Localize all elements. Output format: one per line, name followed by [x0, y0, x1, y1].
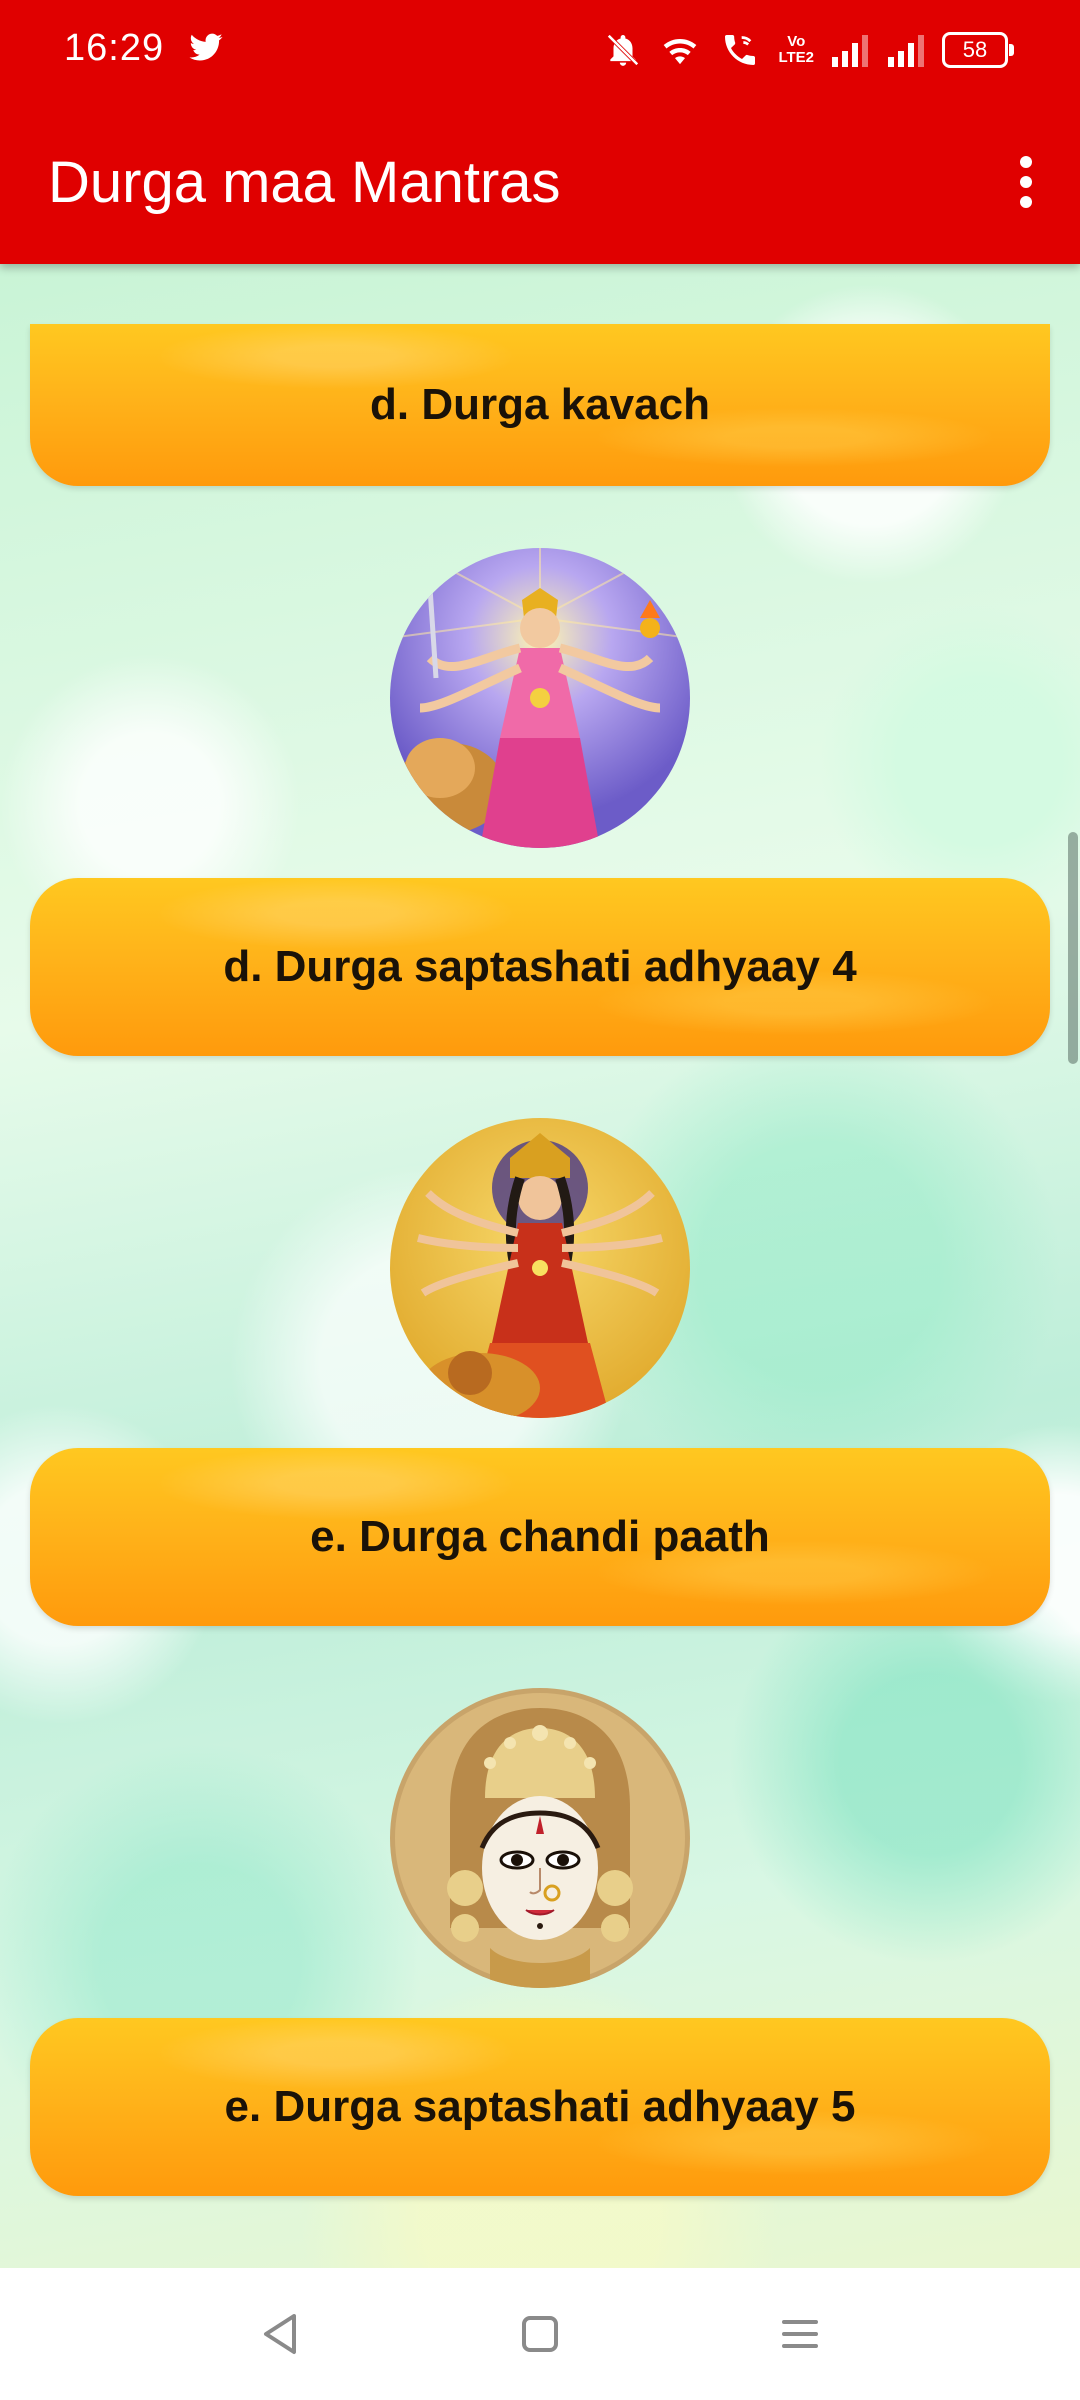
home-icon[interactable] — [495, 2289, 585, 2379]
mantra-button-saptashati-adhyaay-5[interactable]: e. Durga saptashati adhyaay 5 — [30, 2018, 1050, 2196]
twitter-icon — [186, 30, 226, 66]
signal-icon — [886, 30, 926, 70]
durga-maa-image — [390, 548, 690, 848]
back-icon[interactable] — [235, 2289, 325, 2379]
status-time: 16:29 — [64, 27, 165, 69]
wifi-icon — [658, 30, 702, 70]
status-icons: Vo LTE2 58 — [604, 26, 1014, 74]
volte-icon: Vo LTE2 — [778, 33, 814, 66]
more-vert-icon[interactable] — [1006, 150, 1046, 214]
durga-maa-image — [390, 1118, 690, 1418]
app-title: Durga maa Mantras — [48, 150, 561, 215]
mantra-button-chandi-paath[interactable]: e. Durga chandi paath — [30, 1448, 1050, 1626]
battery-level: 58 — [942, 32, 1014, 68]
signal-icon — [830, 30, 870, 70]
durga-maa-face-image — [390, 1688, 690, 1988]
system-navigation-bar — [0, 2268, 1080, 2400]
wifi-calling-icon — [718, 30, 762, 70]
mantra-button-durga-kavach[interactable]: d. Durga kavach — [30, 324, 1050, 486]
mantra-button-saptashati-adhyaay-4[interactable]: d. Durga saptashati adhyaay 4 — [30, 878, 1050, 1056]
mute-bell-icon — [604, 30, 642, 70]
battery-icon: 58 — [942, 30, 1014, 70]
scrollbar[interactable] — [1068, 832, 1078, 1064]
mantra-list[interactable]: d. Durga kavach d. Durga saptashati adhy… — [0, 264, 1080, 2268]
menu-icon[interactable] — [755, 2289, 845, 2379]
app-header: 16:29 Vo LTE2 58 Durga maa Mantras — [0, 0, 1080, 264]
